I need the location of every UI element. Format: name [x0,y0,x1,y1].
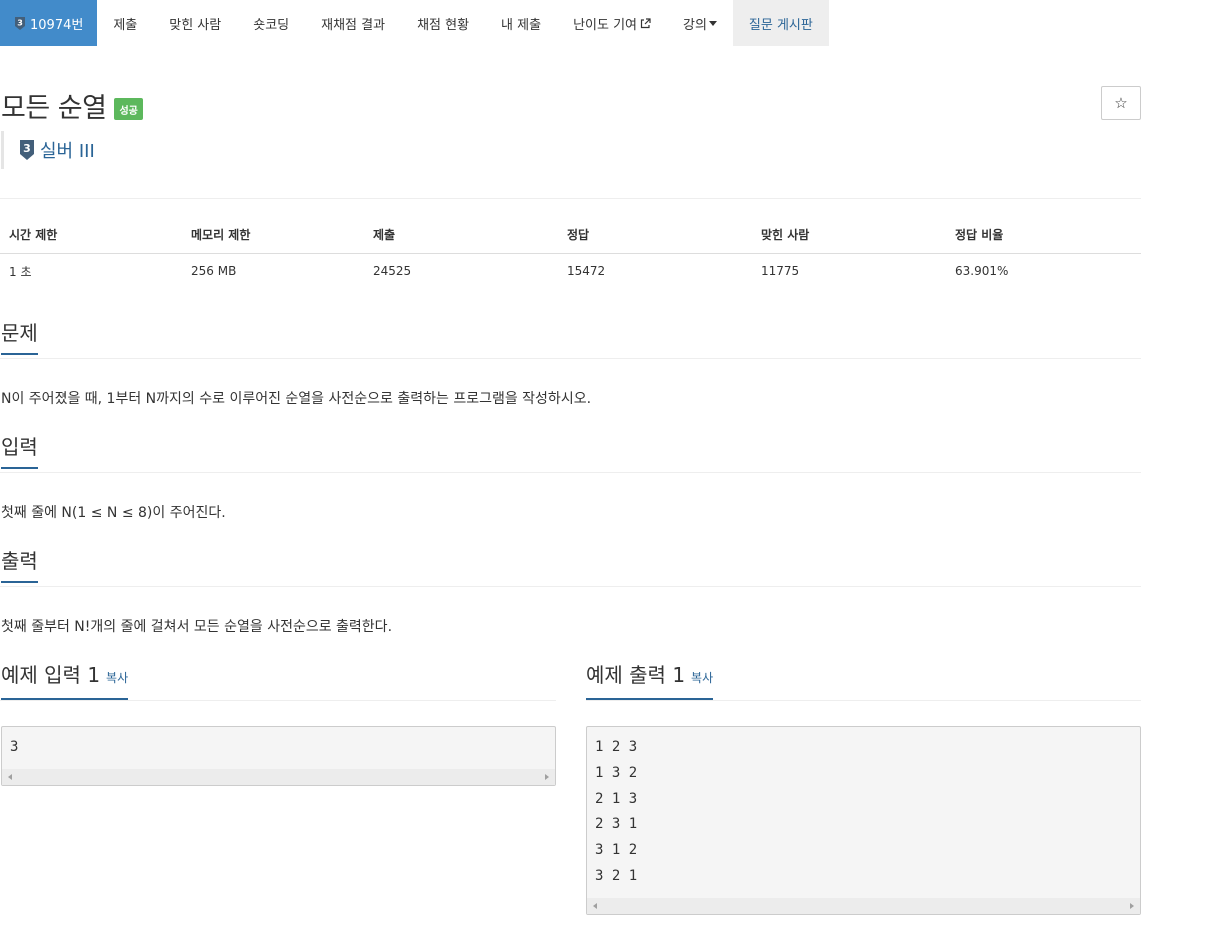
nav-rejudge-results[interactable]: 재채점 결과 [305,0,401,46]
problem-title-row: 모든 순열 성공 [1,86,143,125]
nav-problem-id-label: 10974번 [30,17,84,33]
nav-lectures-label: 강의 [683,17,707,33]
nav-question-board[interactable]: 질문 게시판 [732,0,829,46]
nav-my-submissions[interactable]: 내 제출 [485,0,557,46]
value-memory-limit: 256 MB [191,264,237,279]
output-section-header: 출력 [0,547,1141,587]
header-accepted: 정답 [558,217,752,254]
value-accept-ratio: 63.901% [955,264,1009,279]
header-submissions: 제출 [364,217,558,254]
sample-output-header: 예제 출력 1 복사 [586,661,1141,701]
nav-problem-id[interactable]: 3 10974번 [0,0,98,46]
sample-output-title-wrap: 예제 출력 1 복사 [586,661,714,700]
scroll-left-arrow-icon[interactable] [593,903,597,909]
svg-text:3: 3 [17,18,23,27]
scroll-left-arrow-icon[interactable] [8,774,12,780]
nav-solved-users[interactable]: 맞힌 사람 [153,0,237,46]
value-solved-users: 11775 [761,264,800,279]
scroll-right-arrow-icon[interactable] [545,774,549,780]
sample-input-header: 예제 입력 1 복사 [0,661,556,701]
svg-text:3: 3 [23,142,31,155]
sample-input-scrollbar[interactable] [2,769,555,785]
problem-info-table: 시간 제한 메모리 제한 제출 정답 맞힌 사람 정답 비율 1 초 256 M… [0,217,1141,289]
sample-output-title: 예제 출력 1 [586,663,686,687]
header-time-limit: 시간 제한 [0,217,182,254]
sample-input-box: 3 [1,726,556,786]
external-link-icon [640,17,651,28]
nav-submit[interactable]: 제출 [97,0,153,46]
scroll-right-arrow-icon[interactable] [1130,903,1134,909]
header-solved-users: 맞힌 사람 [752,217,946,254]
sample-output-text: 1 2 3 1 3 2 2 1 3 2 3 1 3 1 2 3 2 1 [595,739,638,884]
favorite-star-button[interactable]: ☆ [1101,86,1141,120]
input-section-header: 입력 [0,433,1141,473]
value-accepted: 15472 [567,264,606,279]
info-header-row: 시간 제한 메모리 제한 제출 정답 맞힌 사람 정답 비율 [0,217,1141,254]
sample-input-text: 3 [10,739,19,755]
info-value-row: 1 초 256 MB 24525 15472 11775 63.901% [0,253,1141,289]
value-submissions: 24525 [373,264,412,279]
nav-short-coding[interactable]: 숏코딩 [237,0,305,46]
copy-output-link[interactable]: 복사 [691,671,713,685]
input-text: 첫째 줄에 N(1 ≤ N ≤ 8)이 주어진다. [1,505,226,521]
input-title: 입력 [1,433,38,469]
page-title: 모든 순열 [1,93,107,124]
description-text: N이 주어졌을 때, 1부터 N까지의 수로 이루어진 순열을 사전순으로 출력… [1,391,592,407]
nav-judge-status[interactable]: 채점 현황 [401,0,485,46]
sample-input-title: 예제 입력 1 [1,663,101,687]
sample-output-box: 1 2 3 1 3 2 2 1 3 2 3 1 3 1 2 3 2 1 [586,726,1141,915]
nav-lectures-dropdown[interactable]: 강의 [667,0,733,46]
caret-down-icon [708,20,717,26]
header-accept-ratio: 정답 비율 [946,217,1141,254]
nav-difficulty-contribution[interactable]: 난이도 기여 [557,0,667,46]
sample-output-scrollbar[interactable] [587,898,1140,914]
output-text: 첫째 줄부터 N!개의 줄에 걸쳐서 모든 순열을 사전순으로 출력한다. [1,619,393,635]
tier-badge-icon: 3 [14,16,26,30]
tier-shield-icon: 3 [20,140,34,160]
sample-input-title-wrap: 예제 입력 1 복사 [1,661,129,700]
description-title: 문제 [1,319,38,355]
status-badge: 성공 [114,97,143,120]
problem-menu: 3 10974번 제출 맞힌 사람 숏코딩 재채점 결과 채점 현황 내 제출 … [0,0,829,46]
tier-row: 3 실버 III [1,131,95,169]
value-time-limit: 1 초 [9,264,32,279]
tier-label[interactable]: 실버 III [40,137,95,163]
divider [0,198,1141,199]
copy-input-link[interactable]: 복사 [106,671,128,685]
nav-difficulty-label: 난이도 기여 [573,17,637,33]
header-memory-limit: 메모리 제한 [182,217,364,254]
description-section-header: 문제 [0,319,1141,359]
output-title: 출력 [1,547,38,583]
